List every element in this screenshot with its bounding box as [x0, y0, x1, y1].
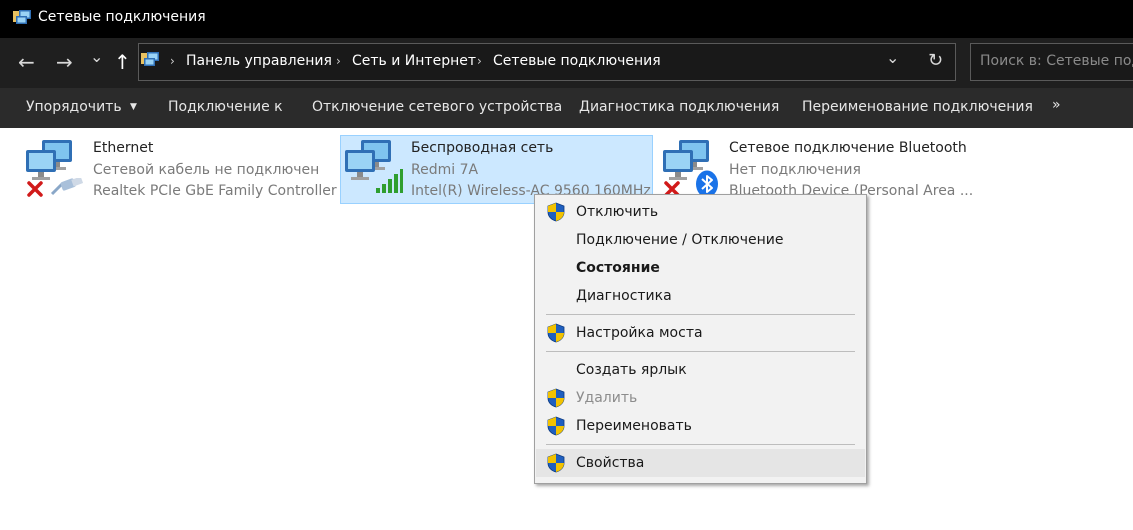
back-arrow-icon[interactable]: ←	[18, 52, 35, 72]
control-panel-icon	[141, 52, 159, 66]
disable-device-button[interactable]: Отключение сетевого устройства	[312, 99, 562, 115]
connect-to-button[interactable]: Подключение к	[168, 99, 283, 115]
connection-status: Нет подключения	[729, 162, 861, 178]
connection-status: Redmi 7A	[411, 162, 479, 178]
connection-item-ethernet[interactable]: Ethernet Сетевой кабель не подключен Rea…	[24, 138, 337, 204]
breadcrumb-network-internet[interactable]: Сеть и Интернет	[352, 53, 476, 69]
wifi-signal-bars-icon	[376, 169, 403, 193]
uac-shield-icon	[546, 453, 566, 473]
network-connections-icon	[13, 10, 31, 24]
menu-item-status[interactable]: Состояние	[576, 260, 660, 276]
menu-separator	[546, 314, 855, 315]
uac-shield-icon	[546, 323, 566, 343]
organize-button[interactable]: Упорядочить ▼	[26, 99, 137, 115]
address-dropdown-chevron-icon[interactable]: ⌄	[886, 48, 899, 68]
connection-status: Сетевой кабель не подключен	[93, 162, 320, 178]
menu-separator	[546, 444, 855, 445]
uac-shield-icon	[546, 202, 566, 222]
refresh-icon[interactable]: ↻	[928, 51, 943, 71]
breadcrumb-control-panel[interactable]: Панель управления	[186, 53, 332, 69]
uac-shield-icon	[546, 388, 566, 408]
more-commands-chevron-icon[interactable]: »	[1052, 97, 1061, 113]
menu-item-disable[interactable]: Отключить	[576, 204, 658, 220]
breadcrumb-network-connections[interactable]: Сетевые подключения	[493, 53, 661, 69]
menu-item-rename[interactable]: Переименовать	[576, 418, 692, 434]
connection-name: Беспроводная сеть	[411, 140, 554, 156]
recent-locations-chevron-icon[interactable]: ⌄	[90, 47, 103, 67]
menu-item-properties[interactable]: Свойства	[576, 455, 644, 471]
uac-shield-icon	[546, 416, 566, 436]
breadcrumb-separator-icon: ›	[477, 54, 482, 68]
connection-name: Сетевое подключение Bluetooth	[729, 140, 967, 156]
connection-name: Ethernet	[93, 140, 154, 156]
forward-arrow-icon[interactable]: →	[56, 52, 73, 72]
error-x-icon	[27, 181, 43, 197]
connection-device: Realtek PCIe GbE Family Controller	[93, 183, 337, 199]
menu-separator	[546, 351, 855, 352]
diagnose-connection-button[interactable]: Диагностика подключения	[579, 99, 779, 115]
search-input[interactable]: Поиск в: Сетевые подк	[980, 53, 1133, 69]
up-arrow-icon[interactable]: ↑	[114, 52, 131, 72]
menu-item-diagnostics[interactable]: Диагностика	[576, 288, 672, 304]
dropdown-triangle-icon: ▼	[130, 102, 137, 112]
breadcrumb-separator-icon: ›	[336, 54, 341, 68]
breadcrumb-separator-icon: ›	[170, 54, 175, 68]
rename-connection-button[interactable]: Переименование подключения	[802, 99, 1033, 115]
window-title: Сетевые подключения	[38, 9, 206, 25]
menu-item-delete: Удалить	[576, 390, 638, 406]
menu-item-create-shortcut[interactable]: Создать ярлык	[576, 362, 687, 378]
cable-plug-icon	[50, 178, 84, 196]
menu-item-connect-disconnect[interactable]: Подключение / Отключение	[576, 232, 783, 248]
organize-label: Упорядочить	[26, 99, 122, 115]
menu-item-bridge-settings[interactable]: Настройка моста	[576, 325, 703, 341]
